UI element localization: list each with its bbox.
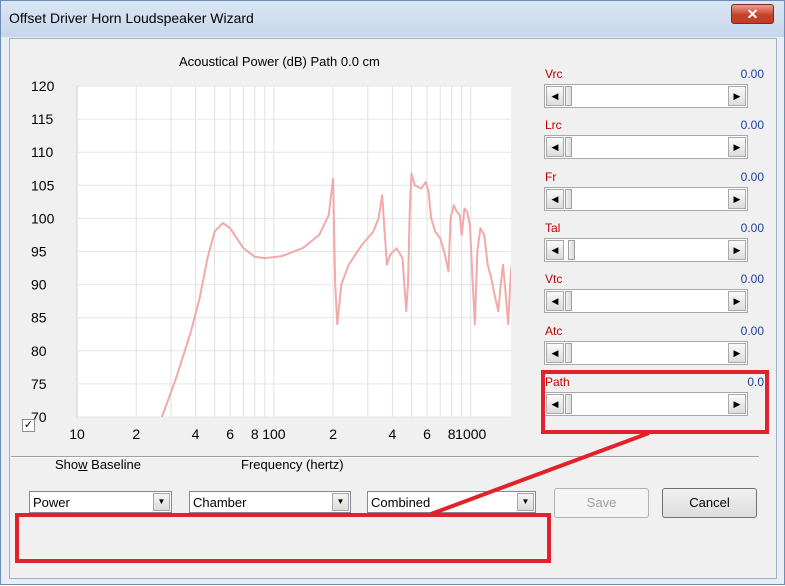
scroll-right-icon[interactable]: ▶	[728, 343, 746, 363]
y-tick-label: 105	[31, 177, 55, 193]
y-tick-label: 110	[31, 144, 54, 160]
x-tick-label: 2	[329, 426, 337, 442]
x-tick-label: 8	[251, 426, 259, 442]
x-axis-label: Frequency (hertz)	[241, 457, 344, 472]
chamber-dropdown-value: Chamber	[193, 495, 247, 510]
chamber-dropdown[interactable]: Chamber ▼	[189, 491, 351, 513]
slider-vrc[interactable]: ◀ ▶	[544, 84, 748, 108]
x-tick-label: 1000	[455, 426, 486, 442]
x-tick-label: 2	[132, 426, 140, 442]
title-bar: Offset Driver Horn Loudspeaker Wizard ✕	[1, 1, 784, 37]
wizard-window: Offset Driver Horn Loudspeaker Wizard ✕ …	[0, 0, 785, 585]
y-tick-label: 115	[31, 111, 54, 127]
slider-fr[interactable]: ◀ ▶	[544, 187, 748, 211]
slider-value-vtc: 0.00	[740, 272, 764, 286]
save-button[interactable]: Save	[554, 488, 649, 518]
slider-thumb[interactable]	[565, 86, 572, 106]
slider-atc[interactable]: ◀ ▶	[544, 341, 748, 365]
cancel-button[interactable]: Cancel	[662, 488, 757, 518]
slider-label-fr: Fr	[545, 170, 557, 184]
x-tick-label: 6	[423, 426, 431, 442]
scroll-right-icon[interactable]: ▶	[728, 189, 746, 209]
scroll-right-icon[interactable]: ▶	[728, 240, 746, 260]
scroll-right-icon[interactable]: ▶	[728, 86, 746, 106]
scroll-right-icon[interactable]: ▶	[728, 137, 746, 157]
slider-label-tal: Tal	[545, 221, 561, 235]
y-tick-label: 90	[31, 277, 47, 293]
slider-thumb[interactable]	[565, 343, 572, 363]
scroll-left-icon[interactable]: ◀	[546, 291, 564, 311]
scroll-left-icon[interactable]: ◀	[546, 137, 564, 157]
chevron-down-icon[interactable]: ▼	[153, 493, 170, 511]
y-tick-label: 75	[31, 376, 47, 392]
slider-thumb[interactable]	[565, 137, 572, 157]
slider-value-lrc: 0.00	[740, 118, 764, 132]
dropdowns-highlight	[15, 513, 551, 563]
y-tick-label: 120	[31, 78, 55, 94]
show-baseline-checkbox[interactable]: ✓	[22, 419, 35, 432]
combination-dropdown[interactable]: Combined ▼	[367, 491, 536, 513]
x-tick-label: 100	[262, 426, 286, 442]
x-tick-label: 10	[69, 426, 85, 442]
y-tick-label: 85	[31, 310, 47, 326]
acoustical-power-chart: 12011511010510095908580757010 2 4 6 8 100 2 4 6 8…	[31, 78, 511, 442]
slider-value-atc: 0.00	[740, 324, 764, 338]
window-title: Offset Driver Horn Loudspeaker Wizard	[9, 10, 254, 26]
scroll-left-icon[interactable]: ◀	[546, 86, 564, 106]
slider-label-lrc: Lrc	[545, 118, 562, 132]
y-tick-label: 80	[31, 343, 47, 359]
measure-dropdown[interactable]: Power ▼	[29, 491, 172, 513]
slider-thumb[interactable]	[565, 189, 572, 209]
x-tick-label: 6	[226, 426, 234, 442]
scroll-left-icon[interactable]: ◀	[546, 240, 564, 260]
checkmark-icon: ✓	[23, 419, 34, 431]
path-slider-highlight	[541, 370, 769, 434]
x-tick-label: 4	[388, 426, 396, 442]
slider-tal[interactable]: ◀ ▶	[544, 238, 748, 262]
chevron-down-icon[interactable]: ▼	[332, 493, 349, 511]
slider-thumb[interactable]	[568, 240, 576, 260]
slider-label-vrc: Vrc	[545, 67, 563, 81]
x-tick-label: 4	[192, 426, 200, 442]
chart-title: Acoustical Power (dB) Path 0.0 cm	[179, 54, 380, 69]
scroll-left-icon[interactable]: ◀	[546, 189, 564, 209]
separator	[11, 456, 759, 458]
slider-label-atc: Atc	[545, 324, 563, 338]
slider-value-fr: 0.00	[740, 170, 764, 184]
slider-value-vrc: 0.00	[740, 67, 764, 81]
y-tick-label: 95	[31, 244, 47, 260]
slider-vtc[interactable]: ◀ ▶	[544, 289, 748, 313]
combination-dropdown-value: Combined	[371, 495, 431, 510]
measure-dropdown-value: Power	[33, 495, 70, 510]
slider-thumb[interactable]	[565, 291, 572, 311]
show-baseline-label: Show Baseline	[55, 457, 142, 472]
slider-label-vtc: Vtc	[545, 272, 563, 286]
close-icon: ✕	[746, 6, 759, 22]
close-button[interactable]: ✕	[731, 4, 774, 24]
scroll-right-icon[interactable]: ▶	[728, 291, 746, 311]
y-tick-label: 100	[31, 210, 55, 226]
slider-value-tal: 0.00	[740, 221, 764, 235]
scroll-left-icon[interactable]: ◀	[546, 343, 564, 363]
slider-lrc[interactable]: ◀ ▶	[544, 135, 748, 159]
chevron-down-icon[interactable]: ▼	[517, 493, 534, 511]
